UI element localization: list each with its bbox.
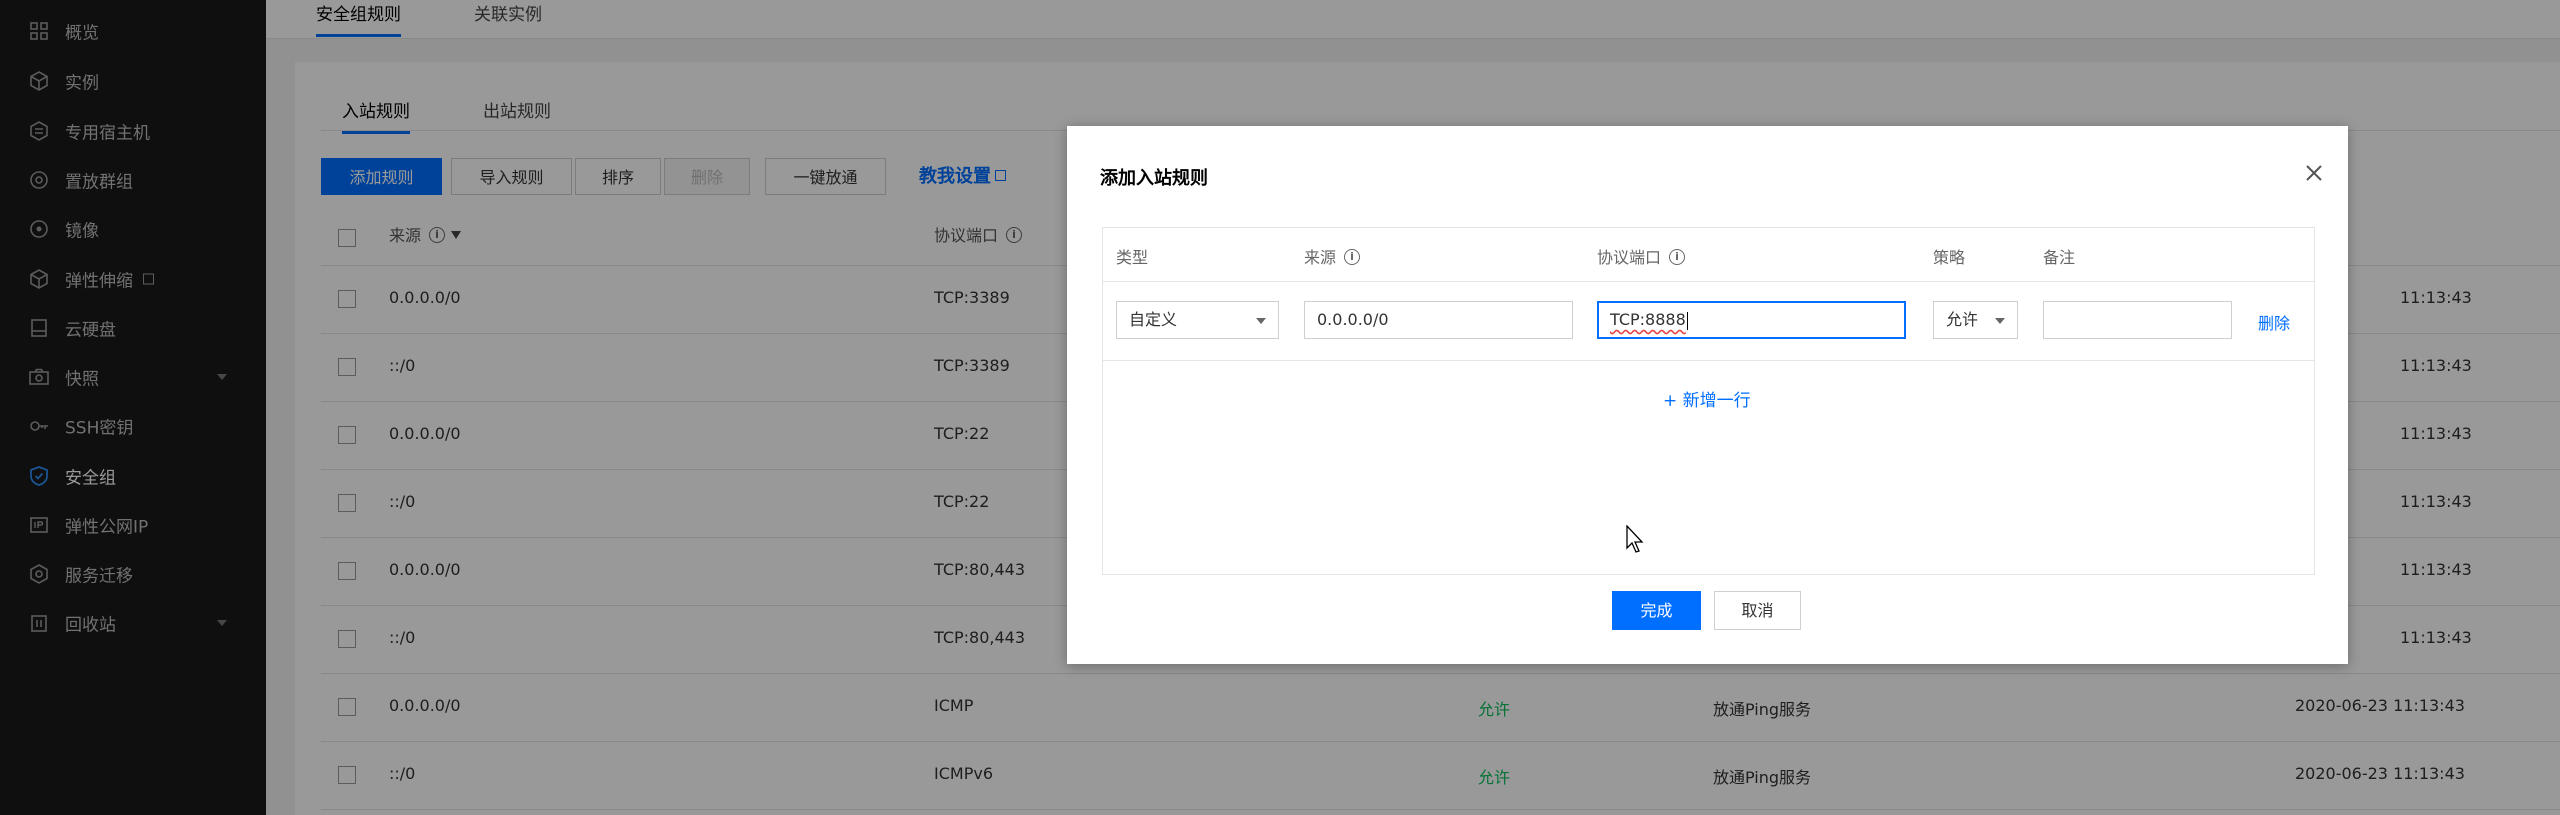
dialog-title: 添加入站规则: [1100, 168, 1208, 189]
column-header-note: 备注: [2043, 248, 2076, 267]
text-caret: [1686, 311, 1688, 330]
rule-editor-table: 类型 来源 i 协议端口 i 策略 备注 自定义 0.0.0.0/0 TCP:888…: [1102, 227, 2315, 575]
policy-select[interactable]: 允许: [1933, 301, 2018, 339]
column-header-policy: 策略: [1933, 248, 1966, 267]
info-icon: i: [1669, 248, 1686, 265]
delete-row-link[interactable]: 删除: [2258, 310, 2290, 334]
column-header-source: 来源 i: [1304, 244, 1361, 268]
divider: [1103, 360, 2314, 361]
port-input[interactable]: TCP:8888: [1597, 301, 1906, 339]
add-inbound-rule-dialog: 添加入站规则 类型 来源 i 协议端口 i 策略 备注 自定义 0.0.0.0/0 …: [1067, 126, 2348, 664]
type-select[interactable]: 自定义: [1116, 301, 1279, 339]
column-header-type: 类型: [1116, 248, 1149, 267]
info-icon: i: [1344, 248, 1361, 265]
note-input[interactable]: [2043, 301, 2232, 339]
add-row-link[interactable]: + 新增一行: [1663, 386, 1751, 411]
source-input[interactable]: 0.0.0.0/0: [1304, 301, 1573, 339]
chevron-down-icon: [1995, 318, 2005, 324]
mouse-cursor-icon: [1626, 525, 1644, 553]
column-header-port: 协议端口 i: [1597, 244, 1686, 268]
chevron-down-icon: [1256, 318, 1266, 324]
rule-editor-header: 类型 来源 i 协议端口 i 策略 备注: [1103, 228, 2314, 282]
confirm-button[interactable]: 完成: [1612, 591, 1701, 630]
cancel-button[interactable]: 取消: [1714, 591, 1801, 630]
close-icon[interactable]: [2303, 162, 2325, 184]
